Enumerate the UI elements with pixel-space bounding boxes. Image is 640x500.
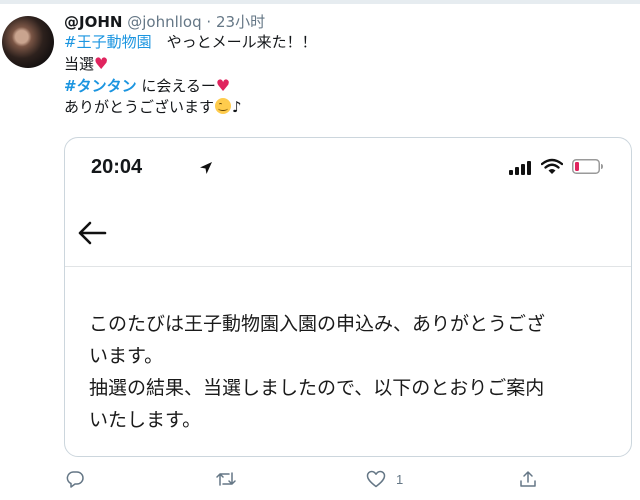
tweet-text-line-4: ありがとうございます ♪ — [64, 97, 624, 118]
message-line: いたします。 — [89, 409, 202, 431]
reply-button[interactable] — [66, 467, 94, 491]
signal-icon — [509, 160, 535, 179]
screenshot-divider — [65, 266, 631, 267]
tweet-text-segment: に会えるー — [136, 77, 216, 95]
message-line: 抽選の結果、当選しましたので、以下のとおりご案内 — [89, 377, 545, 399]
tweet-text-segment: ありがとうございます — [64, 98, 215, 116]
battery-icon — [572, 159, 604, 178]
phone-status-bar: 20:04 — [65, 138, 631, 196]
display-name[interactable]: @JOHN — [64, 13, 122, 31]
message-line: このたびは王子動物園入園の申込み、ありがとうござ — [89, 313, 546, 335]
tweet-text-line-1: #王子動物園 やっとメール来た！！ — [64, 32, 624, 53]
avatar[interactable] — [2, 16, 54, 68]
email-message-text: このたびは王子動物園入園の申込み、ありがとうござ います。 抽選の結果、当選しま… — [89, 308, 619, 436]
retweet-icon — [216, 470, 236, 488]
heart-emoji-icon: ♥ — [215, 76, 231, 95]
hashtag-tantan[interactable]: #タンタン — [64, 77, 137, 95]
tweet-timestamp[interactable]: 23小时 — [216, 13, 265, 31]
heart-emoji-icon: ♥ — [94, 54, 109, 73]
like-icon — [366, 470, 386, 488]
like-button[interactable]: 1 — [366, 467, 403, 491]
phone-clock: 20:04 — [91, 156, 143, 178]
tweet-text-segment: やっとメール来た！！ — [151, 33, 317, 51]
tweet-text-segment: 当選 — [64, 55, 95, 73]
tweet-header: @JOHN @johnlloq · 23小时 — [64, 12, 624, 32]
wifi-icon — [540, 158, 564, 179]
music-note-text: ♪ — [232, 98, 242, 116]
tweet-actions: 1 — [64, 467, 624, 491]
share-icon — [519, 470, 537, 488]
user-handle[interactable]: @johnlloq — [127, 13, 201, 31]
like-count: 1 — [396, 471, 404, 487]
retweet-button[interactable] — [216, 467, 246, 491]
tweet-text-line-2: 当選♥ — [64, 53, 624, 75]
location-arrow-icon — [199, 160, 213, 179]
hashtag-oji-zoo[interactable]: #王子動物園 — [64, 33, 152, 51]
tweet-body: @JOHN @johnlloq · 23小时 #王子動物園 やっとメール来た！！… — [64, 12, 624, 118]
attached-image-card[interactable]: 20:04 このたびは王子動物園入園の申込み、ありがとうござ います。 抽選の結… — [64, 137, 632, 457]
reply-icon — [66, 470, 84, 488]
separator-dot: · — [206, 13, 212, 31]
back-arrow-icon — [77, 220, 107, 250]
share-button[interactable] — [519, 467, 537, 491]
top-divider — [0, 0, 640, 4]
message-line: います。 — [89, 345, 164, 367]
smile-emoji-icon — [215, 98, 232, 114]
tweet-text-line-3: #タンタン に会えるー♥ — [64, 75, 624, 97]
